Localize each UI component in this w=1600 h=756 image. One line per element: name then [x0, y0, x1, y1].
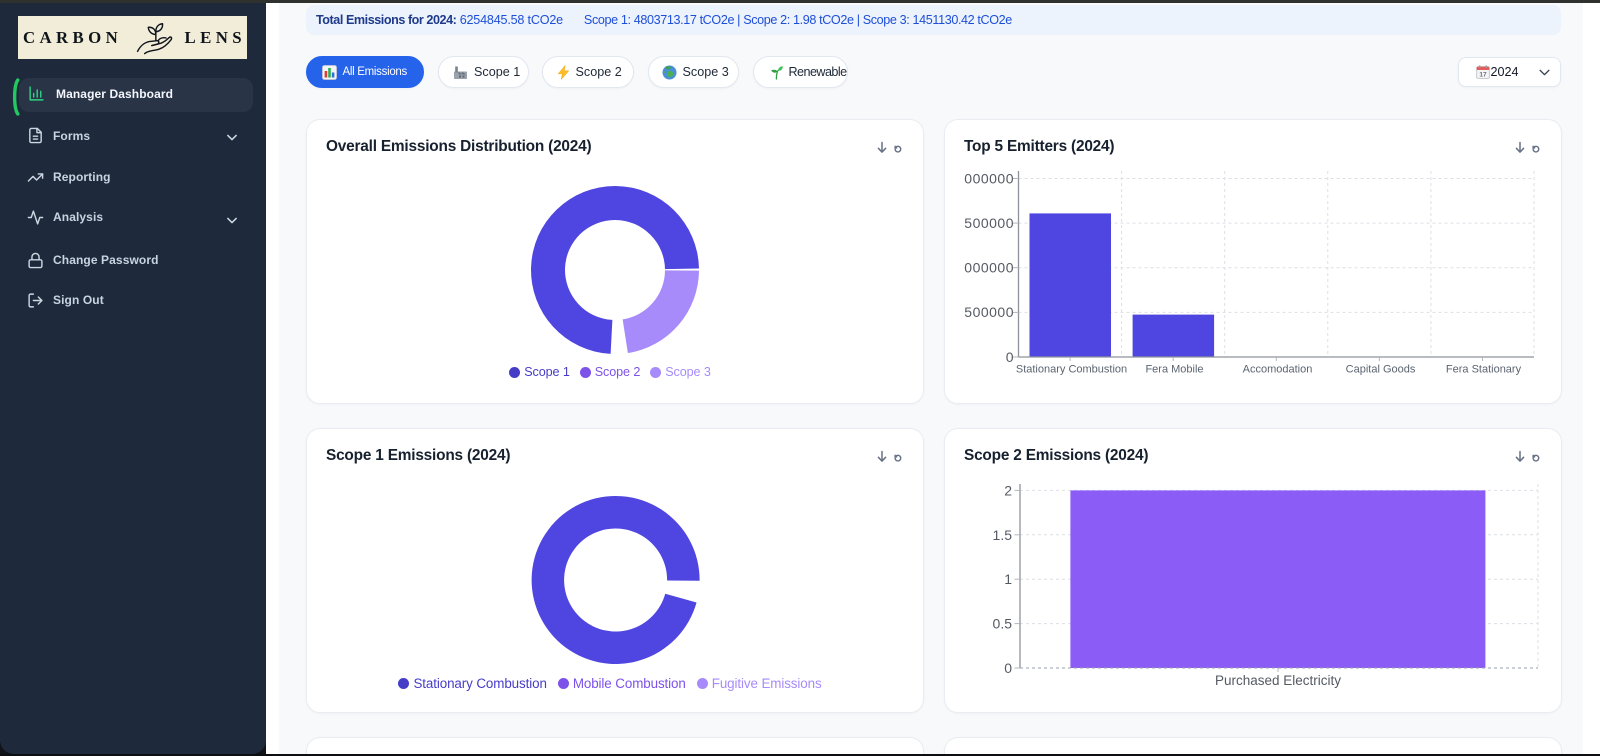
svg-text:500000: 500000 [964, 304, 1014, 320]
svg-text:Fera Stationary: Fera Stationary [1446, 364, 1522, 376]
svg-text:17: 17 [1479, 71, 1487, 78]
svg-text:Stationary Combustion: Stationary Combustion [1016, 364, 1127, 376]
svg-text:Purchased Electricity: Purchased Electricity [1215, 673, 1341, 688]
svg-text:0.5: 0.5 [993, 616, 1013, 632]
svg-text:2: 2 [1004, 482, 1012, 498]
svg-text:000000: 000000 [964, 171, 1014, 187]
svg-text:Fera Mobile: Fera Mobile [1145, 364, 1203, 376]
svg-text:0: 0 [1006, 349, 1014, 365]
svg-text:1.5: 1.5 [993, 527, 1013, 543]
svg-text:Accomodation: Accomodation [1243, 364, 1313, 376]
svg-text:Capital Goods: Capital Goods [1346, 364, 1416, 376]
svg-text:1: 1 [1004, 571, 1012, 587]
svg-text:0: 0 [1004, 660, 1012, 676]
svg-text:000000: 000000 [964, 260, 1014, 276]
svg-text:500000: 500000 [964, 215, 1014, 231]
